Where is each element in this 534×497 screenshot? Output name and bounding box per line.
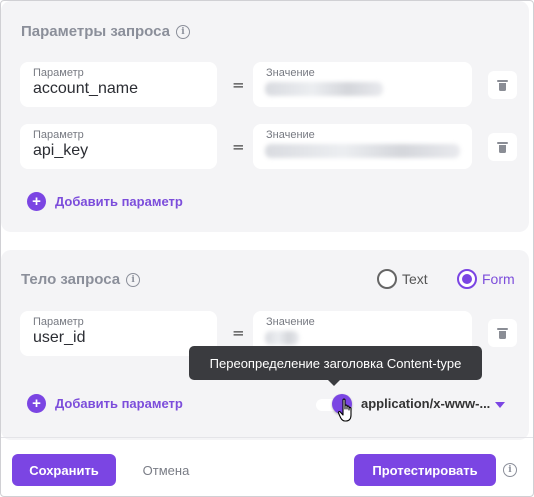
add-body-param-button[interactable]: + Добавить параметр: [27, 394, 183, 413]
radio-text[interactable]: Text: [377, 269, 428, 289]
tooltip-text: Переопределение заголовка Content-type: [209, 355, 462, 371]
plus-icon: +: [27, 394, 46, 413]
param-value-field[interactable]: Значение: [253, 124, 472, 169]
footer-divider: [1, 437, 533, 438]
delete-param-button[interactable]: [488, 71, 517, 99]
delete-param-button[interactable]: [488, 319, 517, 347]
equals-sign: =: [232, 324, 245, 342]
info-icon[interactable]: i: [176, 24, 191, 39]
param-name-field[interactable]: Параметр account_name: [20, 62, 217, 107]
radio-label: Form: [482, 271, 515, 287]
info-icon[interactable]: i: [503, 463, 517, 477]
plus-icon: +: [27, 192, 46, 211]
add-param-label: Добавить параметр: [55, 194, 183, 209]
radio-label: Text: [402, 271, 428, 287]
trash-icon: [497, 141, 508, 153]
blurred-value: [265, 144, 460, 158]
http-request-editor: Параметры запроса i Параметр account_nam…: [0, 0, 534, 497]
chevron-down-icon[interactable]: [495, 402, 505, 408]
add-param-label: Добавить параметр: [55, 396, 183, 411]
radio-circle: [377, 269, 397, 289]
test-button[interactable]: Протестировать: [354, 454, 496, 486]
field-value: api_key: [33, 142, 89, 159]
param-name-field[interactable]: Параметр user_id: [20, 311, 217, 356]
info-icon[interactable]: i: [126, 272, 141, 287]
field-label: Параметр: [33, 129, 84, 141]
field-label: Параметр: [33, 316, 84, 328]
param-name-field[interactable]: Параметр api_key: [20, 124, 217, 169]
button-label: Сохранить: [29, 462, 99, 478]
content-type-tooltip: Переопределение заголовка Content-type: [189, 346, 482, 386]
trash-icon: [497, 327, 508, 339]
button-label: Отмена: [142, 462, 190, 478]
blurred-value: [265, 82, 383, 96]
button-label: Протестировать: [372, 462, 478, 478]
equals-sign: =: [232, 138, 245, 156]
query-params-section: Параметры запроса i Параметр account_nam…: [1, 1, 529, 232]
field-value: account_name: [33, 80, 138, 97]
body-params-title: Тело запроса i: [21, 271, 141, 288]
radio-circle: [457, 269, 477, 289]
save-button[interactable]: Сохранить: [12, 454, 116, 486]
param-value-field[interactable]: Значение: [253, 62, 472, 107]
field-label: Значение: [266, 67, 315, 79]
content-type-select[interactable]: application/x-www-...: [361, 396, 490, 411]
blurred-value: [265, 331, 299, 345]
field-value: user_id: [33, 329, 86, 346]
query-params-title: Параметры запроса i: [21, 23, 191, 40]
hand-cursor-icon: [337, 398, 352, 422]
radio-form[interactable]: Form: [457, 269, 515, 289]
field-label: Значение: [266, 129, 315, 141]
field-label: Параметр: [33, 67, 84, 79]
cancel-button[interactable]: Отмена: [131, 454, 201, 486]
section-title-text: Тело запроса: [21, 271, 121, 288]
field-label: Значение: [266, 316, 315, 328]
trash-icon: [497, 79, 508, 91]
equals-sign: =: [232, 76, 245, 94]
add-query-param-button[interactable]: + Добавить параметр: [27, 192, 183, 211]
section-title-text: Параметры запроса: [21, 23, 171, 40]
delete-param-button[interactable]: [488, 133, 517, 161]
